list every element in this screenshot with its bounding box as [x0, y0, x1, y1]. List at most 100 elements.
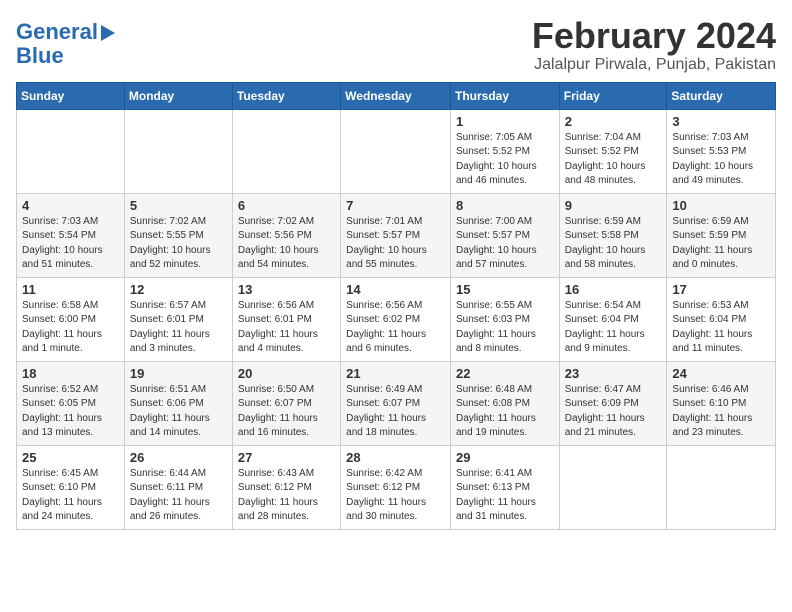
day-number: 14 [346, 282, 445, 297]
day-number: 27 [238, 450, 335, 465]
day-number: 11 [22, 282, 119, 297]
logo: General Blue [16, 20, 115, 68]
day-info: Sunrise: 7:00 AM Sunset: 5:57 PM Dayligh… [456, 215, 554, 273]
week-row-5: 25 Sunrise: 6:45 AM Sunset: 6:10 PM Dayli… [17, 445, 776, 529]
day-info: Sunrise: 6:54 AM Sunset: 6:04 PM Dayligh… [565, 299, 662, 357]
day-cell: 27 Sunrise: 6:43 AM Sunset: 6:12 PM Dayli… [232, 445, 340, 529]
day-number: 26 [130, 450, 227, 465]
day-number: 25 [22, 450, 119, 465]
day-number: 19 [130, 366, 227, 381]
day-info: Sunrise: 6:53 AM Sunset: 6:04 PM Dayligh… [672, 299, 770, 357]
week-row-2: 4 Sunrise: 7:03 AM Sunset: 5:54 PM Daylig… [17, 193, 776, 277]
day-number: 1 [456, 114, 554, 129]
day-info: Sunrise: 6:46 AM Sunset: 6:10 PM Dayligh… [672, 383, 770, 441]
day-number: 18 [22, 366, 119, 381]
col-thursday: Thursday [450, 82, 559, 109]
day-cell: 28 Sunrise: 6:42 AM Sunset: 6:12 PM Dayli… [341, 445, 451, 529]
day-cell: 13Sunrise: 6:56 AM Sunset: 6:01 PM Dayli… [232, 277, 340, 361]
day-info: Sunrise: 6:41 AM Sunset: 6:13 PM Dayligh… [456, 467, 554, 525]
day-number: 3 [672, 114, 770, 129]
day-cell [17, 109, 125, 193]
day-number: 20 [238, 366, 335, 381]
col-tuesday: Tuesday [232, 82, 340, 109]
day-cell: 18 Sunrise: 6:52 AM Sunset: 6:05 PM Dayli… [17, 361, 125, 445]
day-cell: 23 Sunrise: 6:47 AM Sunset: 6:09 PM Dayli… [559, 361, 667, 445]
day-number: 4 [22, 198, 119, 213]
col-friday: Friday [559, 82, 667, 109]
day-number: 7 [346, 198, 445, 213]
day-cell: 24Sunrise: 6:46 AM Sunset: 6:10 PM Dayli… [667, 361, 776, 445]
day-info: Sunrise: 6:44 AM Sunset: 6:11 PM Dayligh… [130, 467, 227, 525]
day-cell: 12 Sunrise: 6:57 AM Sunset: 6:01 PM Dayli… [124, 277, 232, 361]
day-info: Sunrise: 6:52 AM Sunset: 6:05 PM Dayligh… [22, 383, 119, 441]
calendar-header: Sunday Monday Tuesday Wednesday Thursday… [17, 82, 776, 109]
day-number: 13 [238, 282, 335, 297]
day-number: 22 [456, 366, 554, 381]
col-wednesday: Wednesday [341, 82, 451, 109]
day-number: 9 [565, 198, 662, 213]
day-cell: 25 Sunrise: 6:45 AM Sunset: 6:10 PM Dayli… [17, 445, 125, 529]
day-cell: 21 Sunrise: 6:49 AM Sunset: 6:07 PM Dayli… [341, 361, 451, 445]
day-info: Sunrise: 6:45 AM Sunset: 6:10 PM Dayligh… [22, 467, 119, 525]
day-cell: 16 Sunrise: 6:54 AM Sunset: 6:04 PM Dayli… [559, 277, 667, 361]
day-cell: 8 Sunrise: 7:00 AM Sunset: 5:57 PM Daylig… [450, 193, 559, 277]
day-cell: 9Sunrise: 6:59 AM Sunset: 5:58 PM Daylig… [559, 193, 667, 277]
day-info: Sunrise: 7:04 AM Sunset: 5:52 PM Dayligh… [565, 131, 662, 189]
day-info: Sunrise: 6:59 AM Sunset: 5:59 PM Dayligh… [672, 215, 770, 273]
day-cell: 15Sunrise: 6:55 AM Sunset: 6:03 PM Dayli… [450, 277, 559, 361]
day-number: 6 [238, 198, 335, 213]
day-number: 2 [565, 114, 662, 129]
day-info: Sunrise: 7:05 AM Sunset: 5:52 PM Dayligh… [456, 131, 554, 189]
calendar-subtitle: Jalalpur Pirwala, Punjab, Pakistan [532, 56, 776, 74]
day-info: Sunrise: 7:01 AM Sunset: 5:57 PM Dayligh… [346, 215, 445, 273]
day-info: Sunrise: 7:03 AM Sunset: 5:54 PM Dayligh… [22, 215, 119, 273]
day-cell: 7 Sunrise: 7:01 AM Sunset: 5:57 PM Daylig… [341, 193, 451, 277]
calendar-body: 1 Sunrise: 7:05 AM Sunset: 5:52 PM Daylig… [17, 109, 776, 529]
day-number: 28 [346, 450, 445, 465]
day-number: 10 [672, 198, 770, 213]
day-info: Sunrise: 6:43 AM Sunset: 6:12 PM Dayligh… [238, 467, 335, 525]
day-cell [341, 109, 451, 193]
day-number: 21 [346, 366, 445, 381]
header: General Blue February 2024 Jalalpur Pirw… [16, 16, 776, 74]
day-info: Sunrise: 7:02 AM Sunset: 5:55 PM Dayligh… [130, 215, 227, 273]
title-section: February 2024 Jalalpur Pirwala, Punjab, … [532, 16, 776, 74]
day-info: Sunrise: 7:03 AM Sunset: 5:53 PM Dayligh… [672, 131, 770, 189]
col-saturday: Saturday [667, 82, 776, 109]
day-number: 5 [130, 198, 227, 213]
col-monday: Monday [124, 82, 232, 109]
logo-arrow-icon [101, 25, 115, 41]
day-cell [124, 109, 232, 193]
day-cell: 20 Sunrise: 6:50 AM Sunset: 6:07 PM Dayli… [232, 361, 340, 445]
day-info: Sunrise: 6:56 AM Sunset: 6:02 PM Dayligh… [346, 299, 445, 357]
day-cell [232, 109, 340, 193]
day-info: Sunrise: 6:57 AM Sunset: 6:01 PM Dayligh… [130, 299, 227, 357]
day-info: Sunrise: 6:48 AM Sunset: 6:08 PM Dayligh… [456, 383, 554, 441]
day-number: 16 [565, 282, 662, 297]
day-info: Sunrise: 6:55 AM Sunset: 6:03 PM Dayligh… [456, 299, 554, 357]
day-cell: 19 Sunrise: 6:51 AM Sunset: 6:06 PM Dayli… [124, 361, 232, 445]
day-cell: 11 Sunrise: 6:58 AM Sunset: 6:00 PM Dayli… [17, 277, 125, 361]
day-info: Sunrise: 6:50 AM Sunset: 6:07 PM Dayligh… [238, 383, 335, 441]
calendar-title: February 2024 [532, 16, 776, 56]
day-info: Sunrise: 6:51 AM Sunset: 6:06 PM Dayligh… [130, 383, 227, 441]
day-cell: 3 Sunrise: 7:03 AM Sunset: 5:53 PM Daylig… [667, 109, 776, 193]
day-cell [667, 445, 776, 529]
calendar-table: Sunday Monday Tuesday Wednesday Thursday… [16, 82, 776, 530]
day-info: Sunrise: 7:02 AM Sunset: 5:56 PM Dayligh… [238, 215, 335, 273]
week-row-3: 11 Sunrise: 6:58 AM Sunset: 6:00 PM Dayli… [17, 277, 776, 361]
day-info: Sunrise: 6:47 AM Sunset: 6:09 PM Dayligh… [565, 383, 662, 441]
day-number: 23 [565, 366, 662, 381]
day-number: 17 [672, 282, 770, 297]
day-number: 29 [456, 450, 554, 465]
day-cell: 1 Sunrise: 7:05 AM Sunset: 5:52 PM Daylig… [450, 109, 559, 193]
day-info: Sunrise: 6:58 AM Sunset: 6:00 PM Dayligh… [22, 299, 119, 357]
day-cell: 6 Sunrise: 7:02 AM Sunset: 5:56 PM Daylig… [232, 193, 340, 277]
day-number: 12 [130, 282, 227, 297]
day-info: Sunrise: 6:42 AM Sunset: 6:12 PM Dayligh… [346, 467, 445, 525]
day-cell: 4 Sunrise: 7:03 AM Sunset: 5:54 PM Daylig… [17, 193, 125, 277]
day-info: Sunrise: 6:49 AM Sunset: 6:07 PM Dayligh… [346, 383, 445, 441]
day-number: 8 [456, 198, 554, 213]
day-cell: 22 Sunrise: 6:48 AM Sunset: 6:08 PM Dayli… [450, 361, 559, 445]
day-cell: 26 Sunrise: 6:44 AM Sunset: 6:11 PM Dayli… [124, 445, 232, 529]
